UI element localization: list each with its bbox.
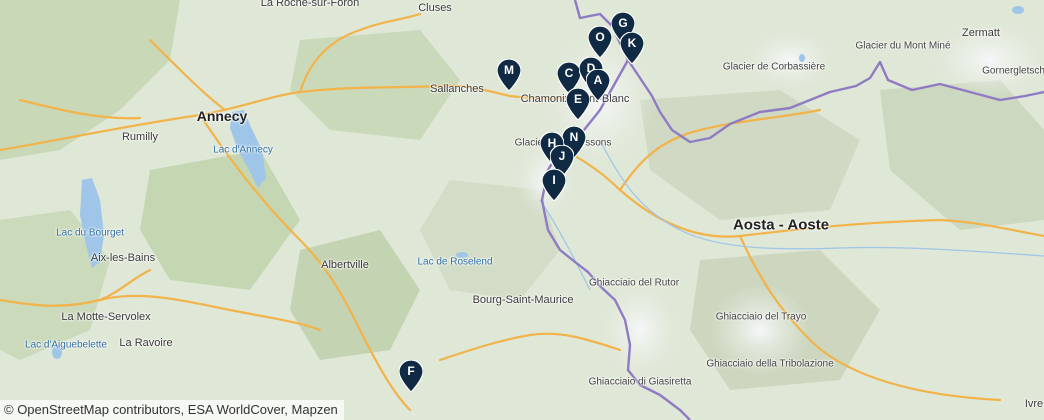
map-marker-e[interactable]: E [566, 88, 590, 120]
map-marker-o[interactable]: O [588, 26, 612, 58]
map-base-layer [0, 0, 1044, 420]
map-canvas[interactable]: La Roche-sur-Foron Cluses Sallanches Cha… [0, 0, 1044, 420]
marker-label: E [573, 92, 582, 106]
marker-label: J [558, 149, 566, 163]
marker-label: K [627, 36, 637, 50]
marker-label: C [564, 66, 574, 80]
marker-label: F [407, 364, 415, 378]
marker-label: N [569, 130, 579, 144]
map-attribution: © OpenStreetMap contributors, ESA WorldC… [0, 400, 344, 420]
marker-label: I [552, 173, 556, 187]
marker-label: G [618, 16, 628, 30]
map-marker-k[interactable]: K [620, 32, 644, 64]
map-marker-m[interactable]: M [497, 59, 521, 91]
map-marker-f[interactable]: F [399, 360, 423, 392]
marker-label: A [593, 73, 603, 87]
map-marker-i[interactable]: I [542, 169, 566, 201]
marker-label: M [504, 63, 514, 77]
marker-label: O [595, 30, 605, 44]
